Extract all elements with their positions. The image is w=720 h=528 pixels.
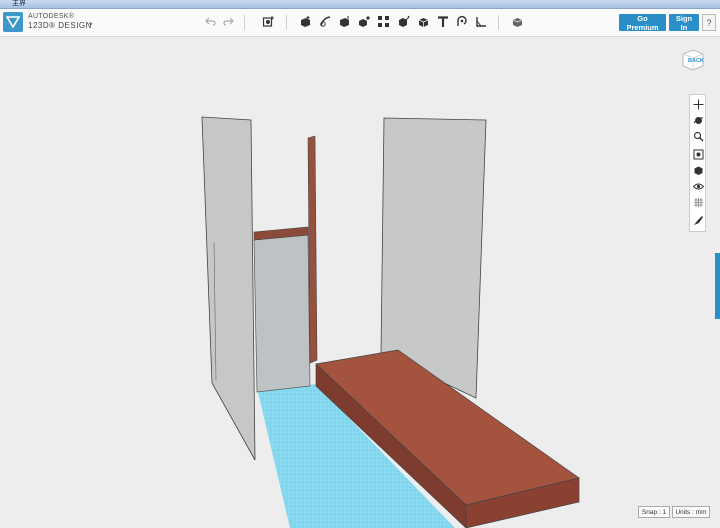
- viewcube-face-label: BACK: [688, 58, 704, 64]
- snap-status[interactable]: Snap : 1: [638, 506, 670, 518]
- pattern-icon[interactable]: [355, 13, 372, 30]
- material-icon[interactable]: [509, 13, 526, 30]
- redo-icon[interactable]: [220, 13, 237, 30]
- toolbar-separator: [286, 15, 287, 30]
- ruler-icon[interactable]: [472, 13, 489, 30]
- toolbar-separator: [498, 15, 499, 30]
- construct-icon[interactable]: [317, 13, 334, 30]
- undo-icon[interactable]: [202, 13, 219, 30]
- left-wall: [201, 116, 256, 461]
- combine-icon[interactable]: [395, 13, 412, 30]
- visibility-icon[interactable]: [691, 179, 705, 193]
- logo-icon: [6, 16, 20, 28]
- fit-icon[interactable]: [691, 147, 705, 161]
- help-button[interactable]: ?: [702, 14, 716, 31]
- grid-icon[interactable]: [691, 195, 705, 209]
- navigation-bar: [689, 94, 706, 232]
- text-icon[interactable]: [434, 13, 451, 30]
- units-status[interactable]: Units : mm: [672, 506, 710, 518]
- view-icon[interactable]: [691, 163, 705, 177]
- viewcube[interactable]: BACK: [680, 47, 706, 73]
- app-menu-logo[interactable]: [3, 12, 23, 32]
- scene-canvas[interactable]: [0, 37, 720, 528]
- sign-in-button[interactable]: Sign In: [669, 14, 699, 32]
- brand-product: 123D® DESIGN: [28, 21, 92, 30]
- chevron-down-icon[interactable]: ⌄: [87, 17, 95, 28]
- material-paint-icon[interactable]: [691, 213, 705, 227]
- zoom-icon[interactable]: [691, 129, 705, 143]
- measure-icon[interactable]: [453, 13, 470, 30]
- window-titlebar: 主界: [0, 0, 720, 9]
- window-title: 主界: [12, 0, 26, 7]
- sketch-icon[interactable]: [297, 13, 314, 30]
- back-wall: [253, 234, 311, 393]
- toolbar-separator: [244, 15, 245, 30]
- snap-icon[interactable]: [415, 13, 432, 30]
- grouping-icon[interactable]: [375, 13, 392, 30]
- orbit-icon[interactable]: [691, 113, 705, 127]
- primitives-icon[interactable]: [260, 13, 277, 30]
- brand-autodesk: AUTODESK®: [28, 13, 75, 20]
- go-premium-button[interactable]: Go Premium: [619, 14, 666, 32]
- 3d-viewport[interactable]: [0, 37, 720, 528]
- side-panel-tab[interactable]: [715, 253, 720, 319]
- pan-icon[interactable]: [691, 97, 705, 111]
- modify-icon[interactable]: [336, 13, 353, 30]
- main-toolbar: AUTODESK® 123D® DESIGN ⌄ Go Premium Sign…: [0, 9, 720, 37]
